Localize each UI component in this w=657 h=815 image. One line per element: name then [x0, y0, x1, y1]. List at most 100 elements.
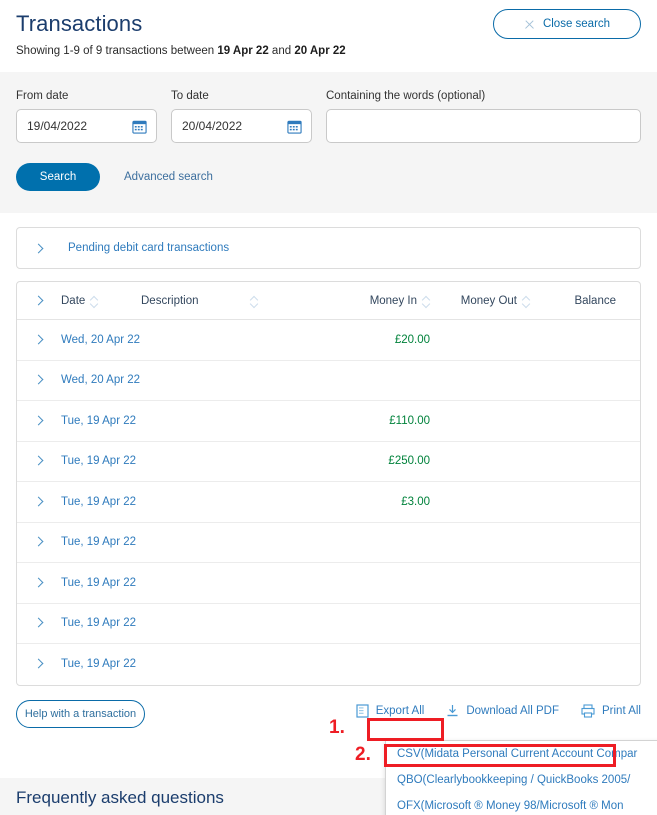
- export-icon: [356, 703, 369, 718]
- row-expand-toggle[interactable]: [33, 536, 61, 548]
- advanced-search-link[interactable]: Advanced search: [124, 171, 213, 183]
- cell-date[interactable]: Wed, 20 Apr 22: [61, 334, 141, 346]
- cell-date[interactable]: Tue, 19 Apr 22: [61, 415, 141, 427]
- table-row[interactable]: Wed, 20 Apr 22: [17, 361, 640, 401]
- export-option-ofx[interactable]: OFX(Microsoft ® Money 98/Microsoft ® Mon: [386, 793, 657, 815]
- column-header-balance: Balance: [530, 295, 618, 307]
- download-icon: [447, 704, 458, 716]
- annotation-step-1: 1.: [329, 717, 345, 738]
- annotation-step-2: 2.: [355, 744, 371, 765]
- print-all-label: Print All: [602, 704, 641, 717]
- table-row[interactable]: Tue, 19 Apr 22: [17, 604, 640, 644]
- table-header-row: Date Description Money In Money Out Bala…: [17, 282, 640, 320]
- download-all-pdf-label: Download All PDF: [466, 704, 559, 717]
- column-header-description[interactable]: Description: [141, 295, 326, 307]
- search-panel: From date To date: [0, 72, 657, 213]
- export-option-qbo[interactable]: QBO(Clearlybookkeeping / QuickBooks 2005…: [386, 767, 657, 793]
- from-date-label: From date: [16, 90, 69, 102]
- download-all-pdf-button[interactable]: Download All PDF: [446, 704, 559, 718]
- to-date-label: To date: [171, 90, 209, 102]
- cell-date[interactable]: Tue, 19 Apr 22: [61, 455, 141, 467]
- column-header-balance-label: Balance: [574, 294, 616, 307]
- table-row[interactable]: Wed, 20 Apr 22 £20.00: [17, 320, 640, 361]
- column-header-money-out[interactable]: Money Out: [430, 295, 530, 307]
- chevron-right-icon: [33, 496, 44, 507]
- search-fields: From date To date: [16, 90, 641, 143]
- table-row[interactable]: Tue, 19 Apr 22 £110.00: [17, 401, 640, 442]
- pending-transactions-row[interactable]: Pending debit card transactions: [17, 228, 640, 268]
- summary-prefix: Showing 1-9 of 9 transactions between: [16, 45, 218, 57]
- to-date-input-box[interactable]: [171, 109, 312, 143]
- cell-date[interactable]: Tue, 19 Apr 22: [61, 658, 141, 670]
- cell-date[interactable]: Wed, 20 Apr 22: [61, 374, 141, 386]
- cell-date[interactable]: Tue, 19 Apr 22: [61, 577, 141, 589]
- close-search-label: Close search: [542, 18, 611, 30]
- search-actions: Search Advanced search: [16, 163, 641, 191]
- export-all-button[interactable]: Export All: [356, 703, 425, 718]
- sort-icon[interactable]: [423, 296, 430, 306]
- chevron-right-icon: [33, 577, 44, 588]
- help-with-transaction-button[interactable]: Help with a transaction: [16, 699, 145, 728]
- results-summary: Showing 1-9 of 9 transactions between 19…: [16, 44, 641, 59]
- transactions-content: Pending debit card transactions Date Des…: [0, 213, 657, 686]
- column-header-money-in[interactable]: Money In: [326, 295, 430, 307]
- table-row[interactable]: Tue, 19 Apr 22 £3.00: [17, 482, 640, 523]
- close-search-button[interactable]: Close search: [493, 9, 641, 39]
- row-expand-toggle[interactable]: [33, 374, 61, 386]
- cell-date[interactable]: Tue, 19 Apr 22: [61, 617, 141, 629]
- export-all-label: Export All: [375, 704, 425, 717]
- export-format-dropdown[interactable]: CSV(Midata Personal Current Account Comp…: [385, 740, 657, 815]
- chevron-right-icon: [33, 374, 44, 385]
- table-row[interactable]: Tue, 19 Apr 22: [17, 523, 640, 563]
- export-actions: Export All Download All PDF Print All: [356, 703, 641, 718]
- column-header-money-out-label: Money Out: [460, 294, 517, 307]
- search-button[interactable]: Search: [16, 163, 100, 191]
- cell-money-in: £110.00: [389, 414, 430, 427]
- transactions-page: Transactions Showing 1-9 of 9 transactio…: [0, 0, 657, 815]
- table-row[interactable]: Tue, 19 Apr 22: [17, 563, 640, 604]
- sort-icon[interactable]: [251, 296, 258, 306]
- cell-money-in: £250.00: [388, 455, 430, 468]
- chevron-right-icon: [33, 295, 44, 306]
- sort-icon[interactable]: [91, 296, 98, 306]
- row-expand-toggle[interactable]: [33, 334, 61, 346]
- keywords-label: Containing the words (optional): [326, 90, 486, 102]
- row-expand-toggle[interactable]: [33, 455, 61, 467]
- chevron-right-icon: [33, 334, 44, 345]
- keywords-field-group: Containing the words (optional): [326, 90, 641, 143]
- table-row[interactable]: Tue, 19 Apr 22: [17, 644, 640, 685]
- pending-transactions-label: Pending debit card transactions: [68, 242, 230, 254]
- cell-money-in: £3.00: [401, 495, 430, 508]
- row-expand-toggle[interactable]: [33, 658, 61, 670]
- table-row[interactable]: Tue, 19 Apr 22 £250.00: [17, 442, 640, 482]
- cell-date[interactable]: Tue, 19 Apr 22: [61, 536, 141, 548]
- column-header-date-label: Date: [61, 294, 86, 307]
- export-option-csv[interactable]: CSV(Midata Personal Current Account Comp…: [386, 741, 657, 767]
- calendar-icon[interactable]: [287, 119, 302, 134]
- from-date-input-box[interactable]: [16, 109, 157, 143]
- column-header-date[interactable]: Date: [61, 295, 141, 307]
- chevron-right-icon: [33, 415, 44, 426]
- row-expand-toggle[interactable]: [33, 415, 61, 427]
- sort-icon[interactable]: [523, 296, 530, 306]
- calendar-icon[interactable]: [132, 119, 147, 134]
- column-header-description-label: Description: [141, 294, 199, 307]
- table-body: Wed, 20 Apr 22 £20.00 Wed, 20 Apr 22 Tue, 1…: [17, 320, 640, 685]
- chevron-right-icon: [33, 658, 44, 669]
- chevron-right-icon: [33, 243, 44, 253]
- keywords-input[interactable]: [337, 119, 630, 133]
- to-date-input[interactable]: [182, 119, 301, 133]
- printer-icon: [581, 703, 595, 718]
- chevron-right-icon: [33, 617, 44, 628]
- summary-mid: and: [268, 45, 295, 57]
- pending-transactions-card[interactable]: Pending debit card transactions: [16, 227, 641, 269]
- from-date-input[interactable]: [27, 119, 146, 133]
- row-expand-toggle[interactable]: [33, 617, 61, 629]
- print-all-button[interactable]: Print All: [581, 703, 641, 718]
- row-expand-toggle[interactable]: [33, 496, 61, 508]
- row-expand-toggle[interactable]: [33, 577, 61, 589]
- cell-date[interactable]: Tue, 19 Apr 22: [61, 496, 141, 508]
- cell-money-in: £20.00: [394, 333, 430, 346]
- expand-column-header: [33, 295, 61, 306]
- keywords-input-box[interactable]: [326, 109, 641, 143]
